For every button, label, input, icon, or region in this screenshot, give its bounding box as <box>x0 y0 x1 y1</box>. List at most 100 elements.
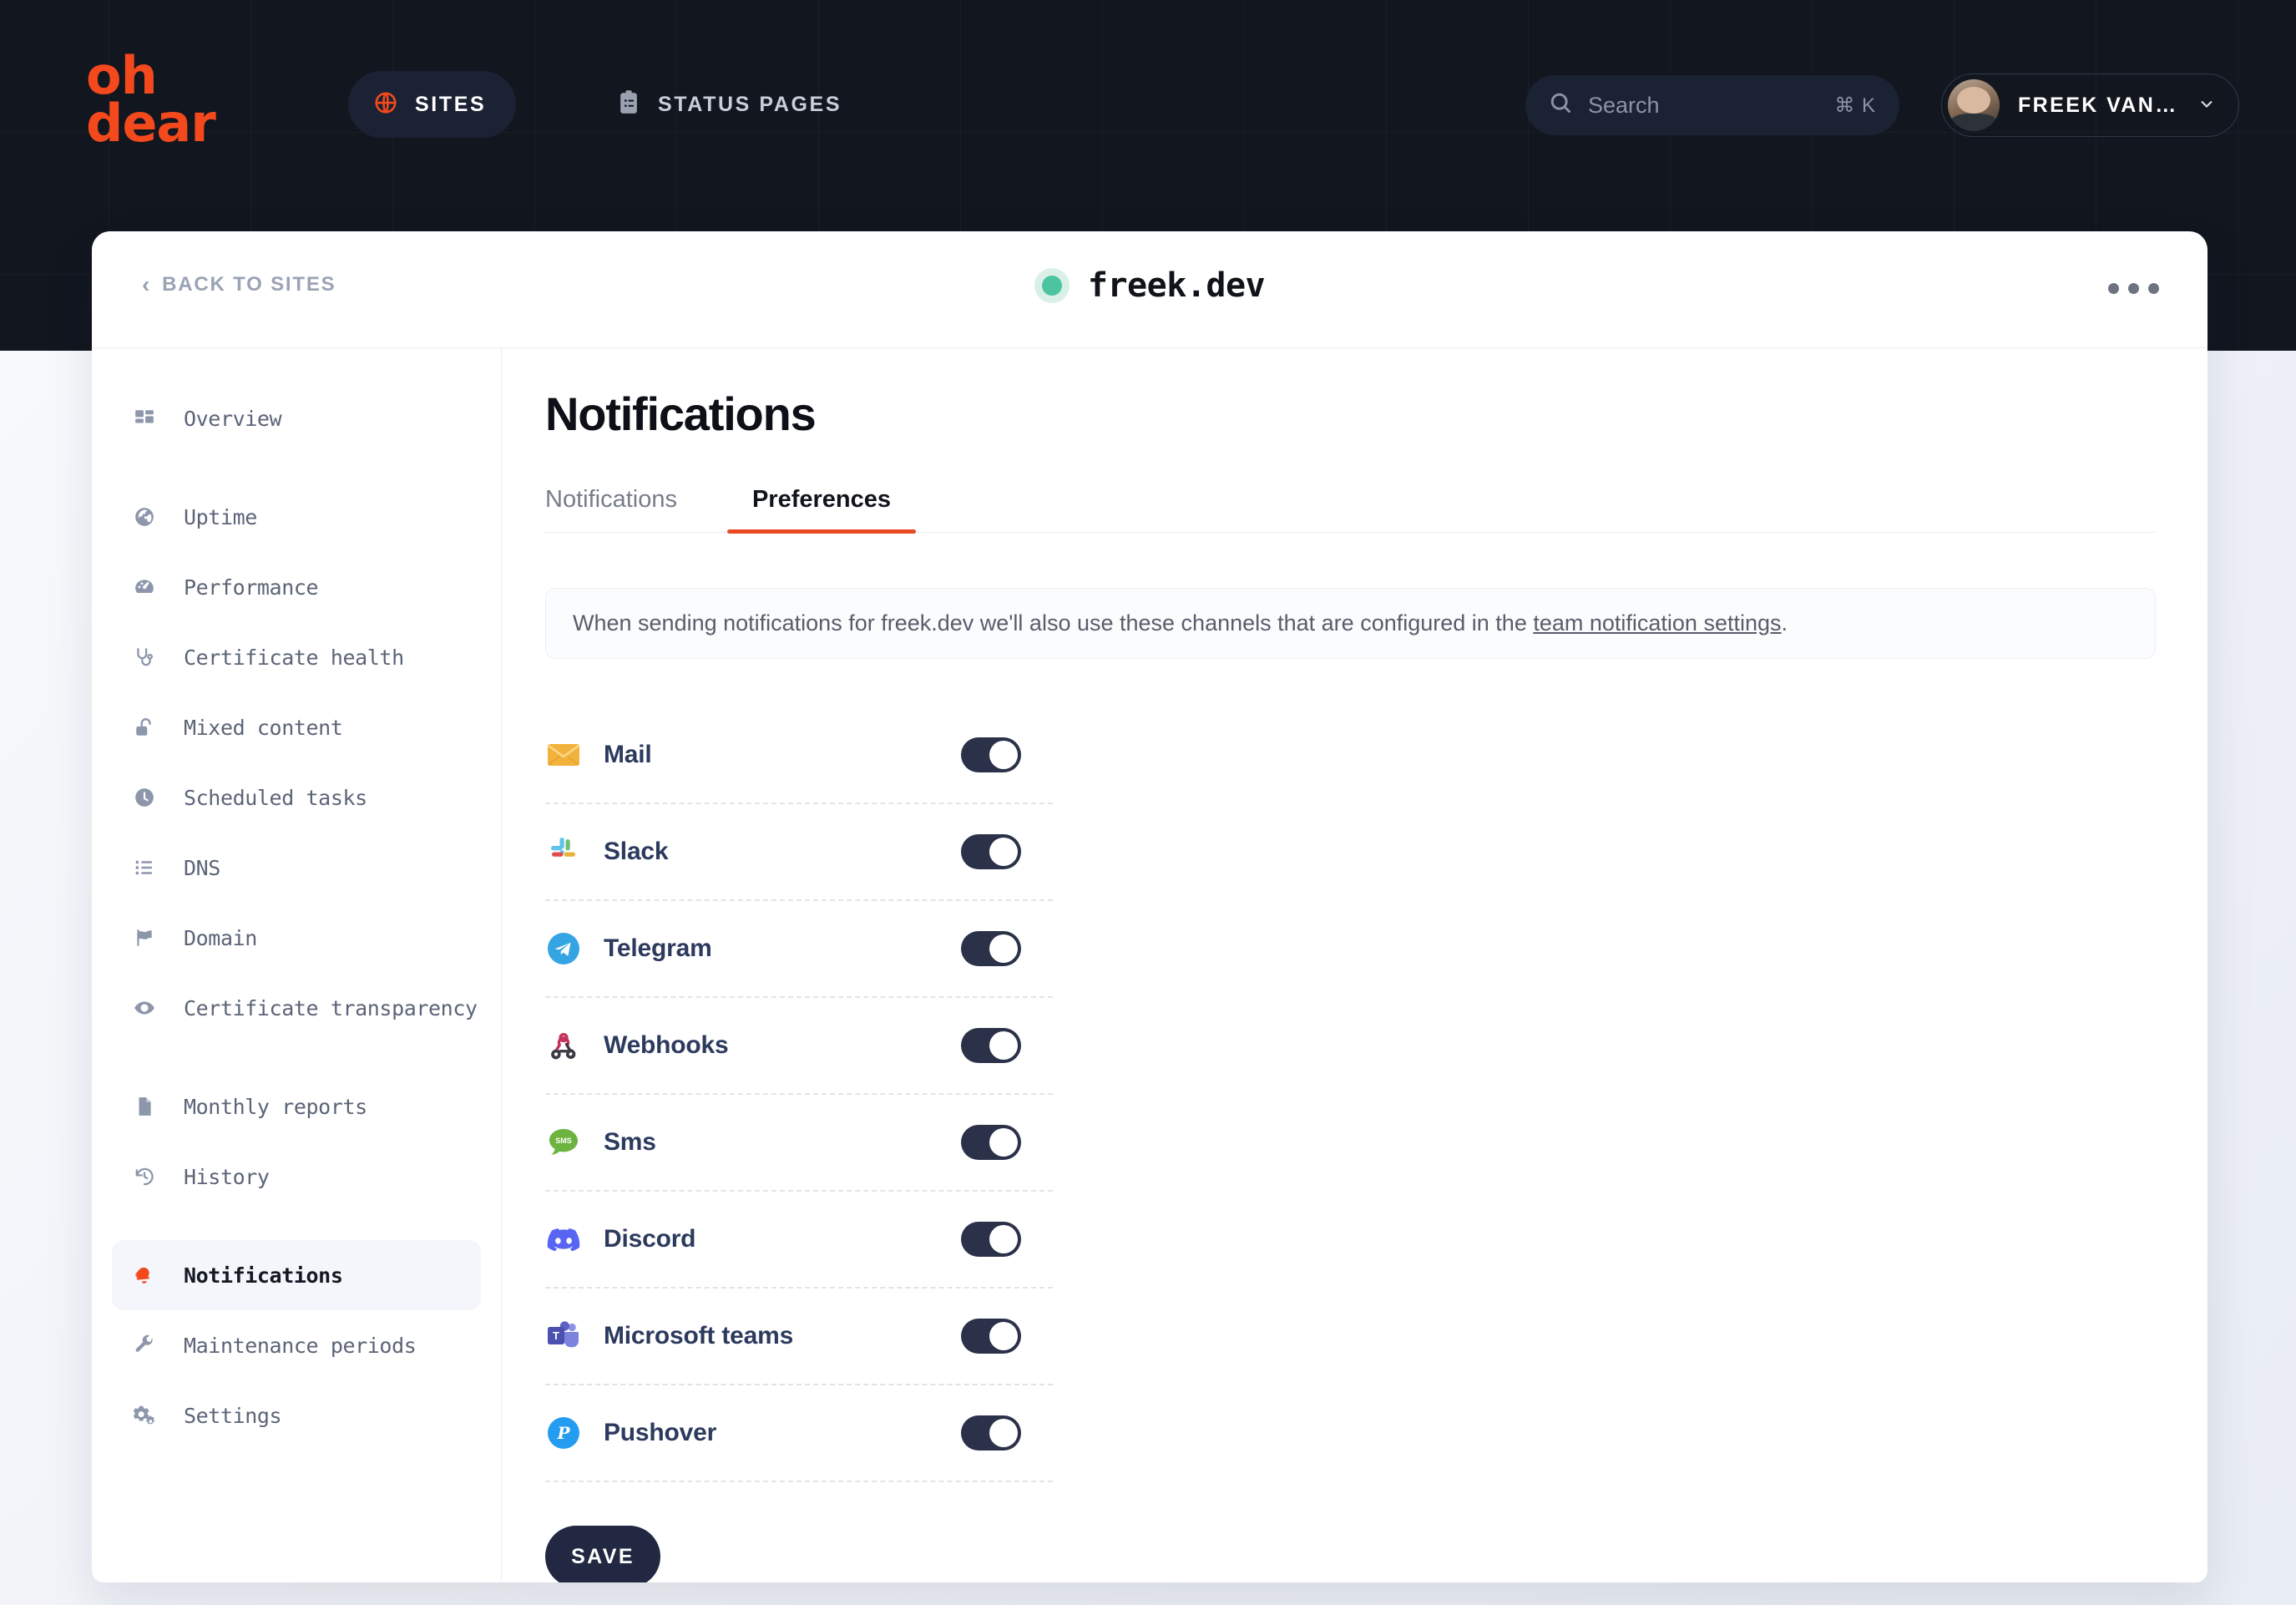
sidebar-item-performance[interactable]: Performance <box>112 552 481 622</box>
card-body: Overview Uptime Performance Certificate … <box>92 348 2207 1582</box>
channel-row-microsoft-teams: T Microsoft teams <box>545 1289 1053 1385</box>
sidebar-item-settings[interactable]: Settings <box>112 1380 481 1451</box>
channel-label: Microsoft teams <box>604 1322 794 1349</box>
sidebar-item-dns[interactable]: DNS <box>112 833 481 903</box>
sidebar-item-domain[interactable]: Domain <box>112 903 481 973</box>
channel-toggle-microsoft-teams[interactable] <box>961 1319 1021 1354</box>
avatar <box>1948 79 2000 131</box>
user-menu-name: FREEK VAN… <box>2018 93 2178 117</box>
user-menu-button[interactable]: FREEK VAN… <box>1941 73 2239 137</box>
flag-icon <box>130 924 159 952</box>
channel-toggle-discord[interactable] <box>961 1222 1021 1257</box>
pushover-icon: P <box>545 1415 582 1451</box>
channel-label: Webhooks <box>604 1031 729 1059</box>
history-icon <box>130 1162 159 1191</box>
channel-toggle-telegram[interactable] <box>961 931 1021 966</box>
sidebar-item-history[interactable]: History <box>112 1142 481 1212</box>
info-banner: When sending notifications for freek.dev… <box>545 588 2156 659</box>
sidebar-item-label: DNS <box>184 855 220 880</box>
channel-toggle-pushover[interactable] <box>961 1415 1021 1451</box>
document-icon <box>130 1092 159 1121</box>
channel-toggle-slack[interactable] <box>961 834 1021 869</box>
nav-item-sites-label: SITES <box>415 92 487 116</box>
site-detail-card: ‹ BACK TO SITES freek.dev Overview Uptim… <box>92 231 2207 1582</box>
sidebar-item-mixed-content[interactable]: Mixed content <box>112 692 481 762</box>
content-pane: Notifications Notifications Preferences … <box>502 348 2207 1582</box>
notification-channels-list: Mail Slack Telegram Webhooks SMS Sms Dis… <box>545 707 1053 1482</box>
gears-icon <box>130 1401 159 1430</box>
clock-icon <box>130 783 159 812</box>
sidebar-item-label: History <box>184 1164 270 1189</box>
more-options-icon[interactable] <box>2108 283 2159 294</box>
info-banner-text-after: . <box>1781 610 1788 635</box>
sidebar-item-uptime[interactable]: Uptime <box>112 482 481 552</box>
clipboard-list-icon <box>616 89 641 120</box>
sidebar-item-label: Certificate health <box>184 645 404 670</box>
grid-icon <box>130 404 159 433</box>
sidebar-item-label: Notifications <box>184 1263 343 1288</box>
top-navigation-bar: oh dear SITES STATUS PAGES Search ⌘ K FR… <box>0 0 2296 217</box>
channel-label: Mail <box>604 741 652 768</box>
svg-text:SMS: SMS <box>555 1137 572 1145</box>
site-name: freek.dev <box>1087 266 1266 305</box>
sidebar-item-label: Settings <box>184 1403 282 1428</box>
globe-icon <box>130 503 159 531</box>
channel-label: Sms <box>604 1128 656 1156</box>
gauge-icon <box>130 573 159 601</box>
sidebar-divider <box>92 1043 501 1071</box>
channel-toggle-webhooks[interactable] <box>961 1028 1021 1063</box>
sidebar-item-label: Overview <box>184 406 282 431</box>
microsoft-teams-icon: T <box>545 1318 582 1354</box>
sidebar-item-label: Performance <box>184 575 319 600</box>
sidebar-item-maintenance-periods[interactable]: Maintenance periods <box>112 1310 481 1380</box>
channel-row-mail: Mail <box>545 707 1053 804</box>
svg-text:T: T <box>553 1329 559 1342</box>
mail-icon <box>545 737 582 773</box>
save-button[interactable]: SAVE <box>545 1526 660 1582</box>
channel-label: Telegram <box>604 934 712 962</box>
site-sidebar: Overview Uptime Performance Certificate … <box>92 348 502 1582</box>
sidebar-divider <box>92 1212 501 1240</box>
globe-icon <box>373 90 398 119</box>
tab-preferences[interactable]: Preferences <box>726 474 917 534</box>
nav-item-status-pages-label: STATUS PAGES <box>658 92 842 116</box>
channel-label: Discord <box>604 1225 696 1253</box>
nav-item-sites[interactable]: SITES <box>348 71 517 138</box>
channel-row-discord: Discord <box>545 1192 1053 1289</box>
status-badge <box>1034 268 1070 303</box>
page-title: Notifications <box>545 387 817 440</box>
sidebar-divider <box>92 453 501 482</box>
sidebar-item-label: Mixed content <box>184 715 343 740</box>
team-notification-settings-link[interactable]: team notification settings <box>1533 610 1781 635</box>
search-input[interactable]: Search <box>1588 93 1819 119</box>
sidebar-item-scheduled-tasks[interactable]: Scheduled tasks <box>112 762 481 833</box>
slack-icon <box>545 833 582 870</box>
sidebar-item-certificate-health[interactable]: Certificate health <box>112 622 481 692</box>
sidebar-item-monthly-reports[interactable]: Monthly reports <box>112 1071 481 1142</box>
bell-icon <box>130 1261 159 1289</box>
channel-toggle-sms[interactable] <box>961 1125 1021 1160</box>
sidebar-item-notifications[interactable]: Notifications <box>112 1240 481 1310</box>
site-title: freek.dev <box>92 266 2207 305</box>
sidebar-item-label: Monthly reports <box>184 1094 367 1119</box>
sidebar-item-label: Maintenance periods <box>184 1333 417 1358</box>
webhook-icon <box>545 1027 582 1064</box>
channel-row-webhooks: Webhooks <box>545 998 1053 1095</box>
list-icon <box>130 853 159 882</box>
nav-item-status-pages[interactable]: STATUS PAGES <box>616 71 842 138</box>
tab-notifications[interactable]: Notifications <box>545 474 702 532</box>
channel-label: Slack <box>604 838 669 865</box>
sidebar-item-overview[interactable]: Overview <box>112 383 481 453</box>
channel-toggle-mail[interactable] <box>961 737 1021 772</box>
telegram-icon <box>545 930 582 967</box>
chevron-down-icon <box>2197 94 2217 118</box>
search-box[interactable]: Search ⌘ K <box>1525 75 1899 135</box>
channel-row-pushover: P Pushover <box>545 1385 1053 1482</box>
sms-icon: SMS <box>545 1124 582 1161</box>
sidebar-item-label: Uptime <box>184 504 257 529</box>
wrench-icon <box>130 1331 159 1359</box>
sidebar-item-certificate-transparency[interactable]: Certificate transparency <box>112 973 481 1043</box>
channel-row-telegram: Telegram <box>545 901 1053 998</box>
channel-row-sms: SMS Sms <box>545 1095 1053 1192</box>
oh-dear-logo[interactable]: oh dear <box>86 50 216 149</box>
